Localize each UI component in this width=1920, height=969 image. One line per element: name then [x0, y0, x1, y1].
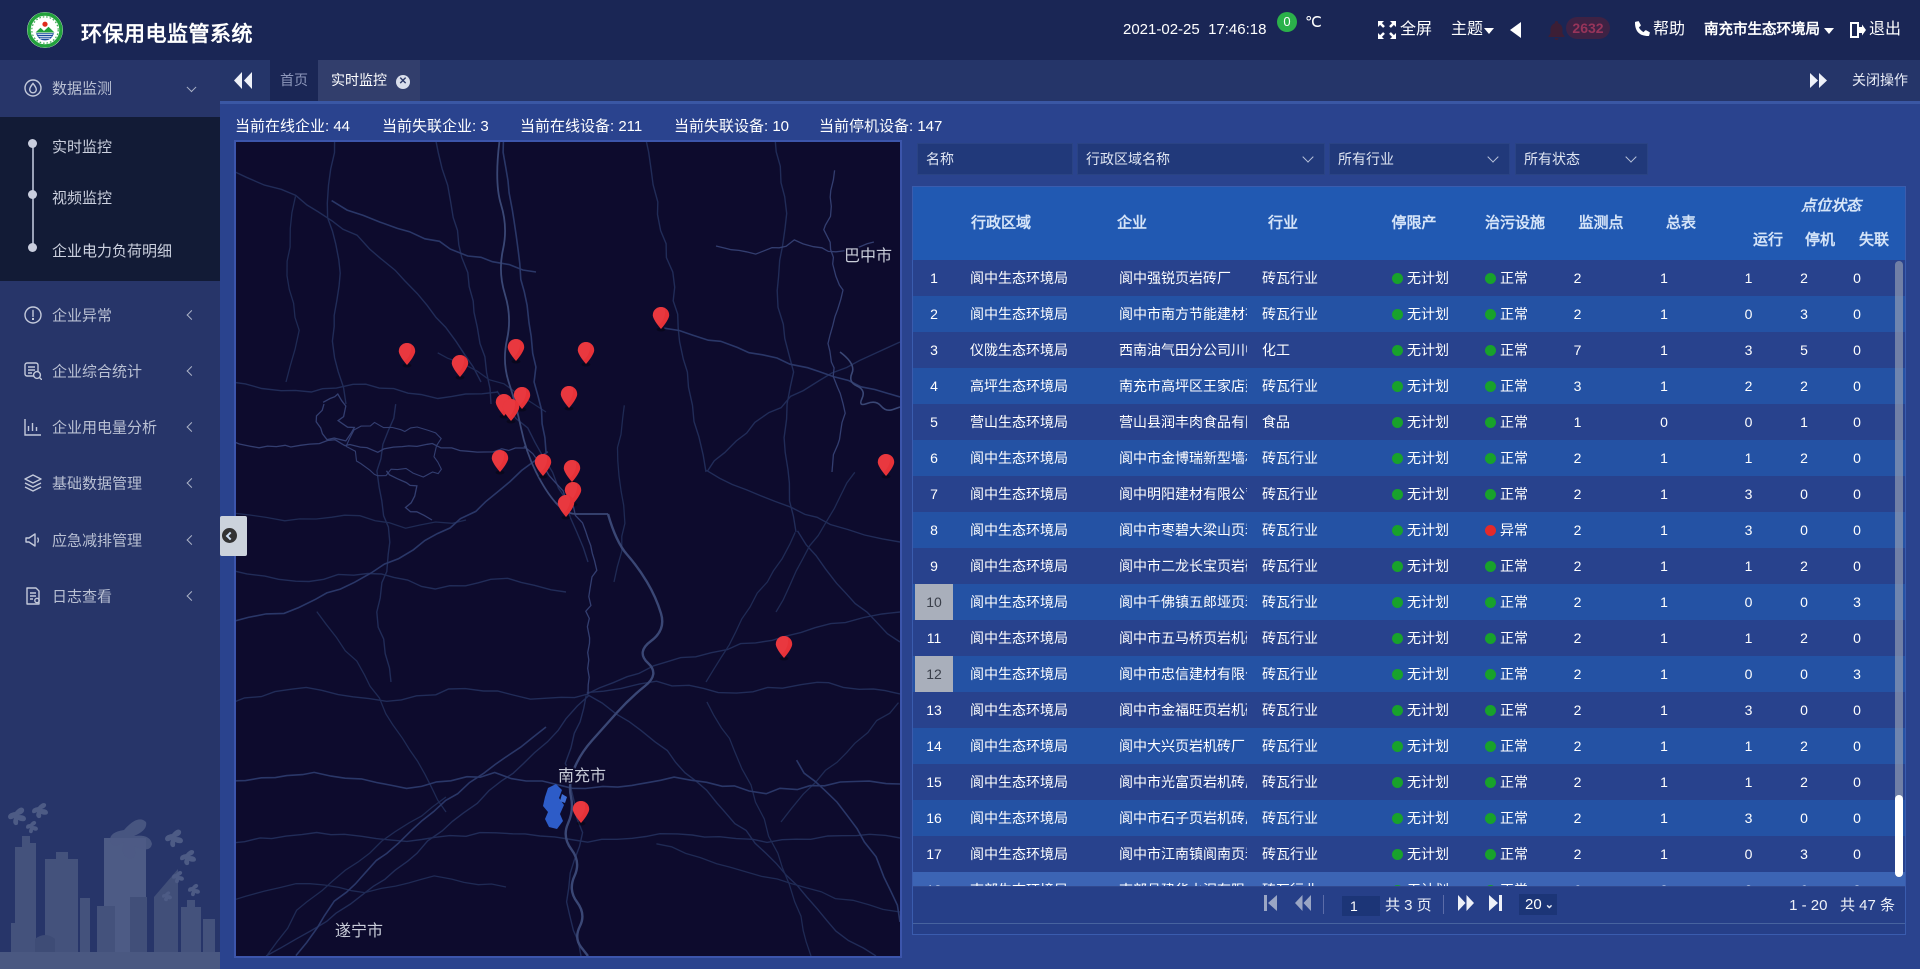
svg-text:遂宁市: 遂宁市 — [335, 922, 383, 940]
svg-text:巴中市: 巴中市 — [844, 247, 892, 265]
svg-text:南充市: 南充市 — [558, 767, 606, 785]
